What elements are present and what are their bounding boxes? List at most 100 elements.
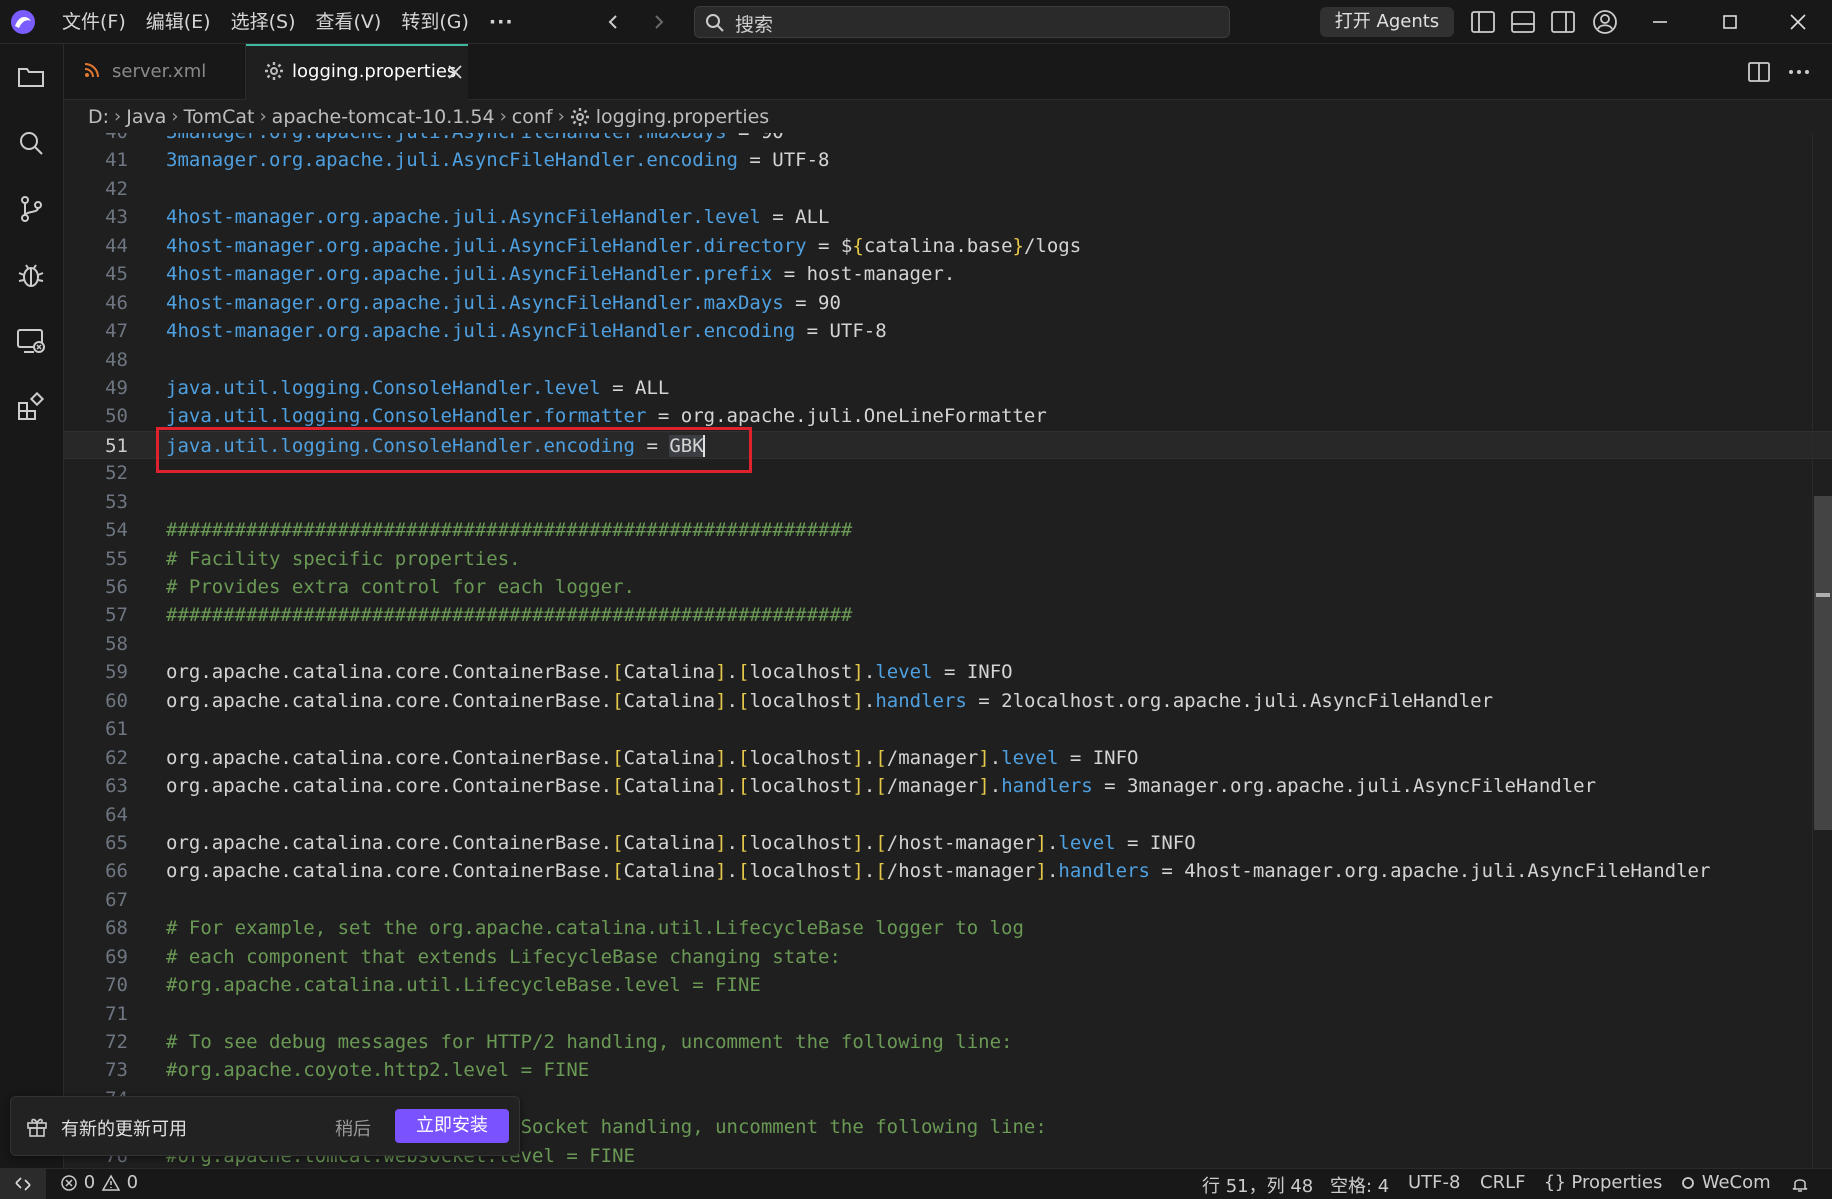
code-line[interactable]: 50 java.util.logging.ConsoleHandler.forma… — [64, 402, 1832, 430]
code-line[interactable]: 44 4host-manager.org.apache.juli.AsyncFil… — [64, 232, 1832, 260]
later-button[interactable]: 稍后 — [335, 1115, 371, 1141]
code-line[interactable]: 40 3manager.org.apache.juli.AsyncFileHand… — [64, 133, 1832, 146]
breadcrumb-item-apache-tomcat[interactable]: apache-tomcat-10.1.54 — [272, 106, 495, 128]
line-number: 54 — [105, 519, 128, 542]
back-arrow-icon[interactable] — [600, 8, 626, 36]
maximize-icon[interactable] — [1718, 10, 1742, 34]
code-line[interactable]: 67 — [64, 886, 1832, 914]
toggle-primary-sidebar-icon[interactable] — [1470, 9, 1496, 35]
menu-go[interactable]: 转到(G) — [391, 0, 479, 44]
line-ending[interactable]: CRLF — [1480, 1172, 1525, 1193]
split-editor-icon[interactable] — [1746, 59, 1772, 85]
line-number: 61 — [105, 718, 128, 741]
tab-logging-properties[interactable]: logging.properties — [246, 44, 468, 100]
breadcrumb-item-file[interactable]: logging.properties — [596, 106, 769, 128]
code-editor[interactable]: 40 3manager.org.apache.juli.AsyncFileHand… — [64, 133, 1832, 1168]
code-line[interactable]: 52 — [64, 459, 1832, 487]
extensions-icon[interactable] — [15, 391, 47, 423]
code-line[interactable]: 48 — [64, 346, 1832, 374]
code-line[interactable]: 57 ######################################… — [64, 601, 1832, 629]
code-line[interactable]: 53 — [64, 488, 1832, 516]
more-actions-icon[interactable] — [1786, 59, 1812, 85]
source-control-icon[interactable] — [15, 193, 47, 225]
code-line[interactable]: 61 — [64, 715, 1832, 743]
menu-view[interactable]: 查看(V) — [306, 0, 392, 44]
gift-icon — [27, 1118, 47, 1137]
code-line[interactable]: 49 java.util.logging.ConsoleHandler.level… — [64, 374, 1832, 402]
menu-edit[interactable]: 编辑(E) — [136, 0, 221, 44]
tab-server-xml[interactable]: server.xml — [64, 44, 246, 100]
code-token: localhost — [749, 831, 853, 854]
code-line[interactable]: 68 # For example, set the org.apache.cata… — [64, 914, 1832, 942]
breadcrumb-item-drive[interactable]: D: — [88, 106, 109, 128]
code-line[interactable]: 64 — [64, 801, 1832, 829]
line-text: org.apache.catalina.core.ContainerBase.[… — [166, 829, 1196, 857]
code-line[interactable]: 43 4host-manager.org.apache.juli.AsyncFil… — [64, 203, 1832, 231]
code-token: # Provides extra control for each logger… — [166, 576, 635, 598]
menu-more[interactable]: ··· — [479, 0, 524, 44]
forward-arrow-icon[interactable] — [646, 8, 672, 36]
code-line[interactable]: 56 # Provides extra control for each logg… — [64, 573, 1832, 601]
code-line[interactable]: 69 # each component that extends Lifecycl… — [64, 943, 1832, 971]
search-view-icon[interactable] — [15, 127, 47, 159]
indentation[interactable]: 空格: 4 — [1330, 1172, 1389, 1198]
code-line[interactable]: 54 ######################################… — [64, 516, 1832, 544]
line-text: # Provides extra control for each logger… — [166, 573, 635, 601]
code-line[interactable]: 58 — [64, 630, 1832, 658]
line-number: 44 — [105, 234, 128, 257]
code-line[interactable]: 46 4host-manager.org.apache.juli.AsyncFil… — [64, 289, 1832, 317]
breadcrumb-item-tomcat[interactable]: TomCat — [184, 106, 255, 128]
line-number: 40 — [64, 133, 128, 146]
problems-indicator[interactable]: 0 0 — [60, 1172, 138, 1193]
code-token: ] — [715, 775, 727, 798]
line-number: 60 — [105, 689, 128, 712]
wecom-extension[interactable]: WeCom — [1680, 1172, 1771, 1193]
code-line[interactable]: 42 — [64, 175, 1832, 203]
code-token: /logs — [1023, 234, 1082, 257]
code-line[interactable]: 59 org.apache.catalina.core.ContainerBase… — [64, 658, 1832, 686]
vertical-scrollbar[interactable] — [1814, 496, 1832, 830]
line-number: 42 — [105, 177, 128, 200]
code-line[interactable]: 63 org.apache.catalina.core.ContainerBase… — [64, 772, 1832, 800]
language-mode[interactable]: {} Properties — [1544, 1172, 1662, 1193]
code-line[interactable]: 45 4host-manager.org.apache.juli.AsyncFil… — [64, 260, 1832, 288]
toggle-panel-icon[interactable] — [1510, 9, 1536, 35]
minimize-icon[interactable] — [1648, 10, 1672, 34]
code-line[interactable]: 66 org.apache.catalina.core.ContainerBase… — [64, 857, 1832, 885]
code-token: Catalina — [623, 831, 716, 854]
toggle-secondary-sidebar-icon[interactable] — [1550, 9, 1576, 35]
menu-selection[interactable]: 选择(S) — [221, 0, 306, 44]
code-line[interactable]: 60 org.apache.catalina.core.ContainerBase… — [64, 687, 1832, 715]
run-debug-icon[interactable] — [15, 259, 47, 291]
open-agents-button[interactable]: 打开 Agents — [1320, 7, 1454, 37]
breadcrumb-item-java[interactable]: Java — [126, 106, 166, 128]
code-line[interactable]: 71 — [64, 1000, 1832, 1028]
code-line[interactable]: 55 # Facility specific properties. — [64, 545, 1832, 573]
remote-indicator-button[interactable] — [0, 1169, 46, 1199]
code-token: [ — [612, 661, 624, 684]
command-search-box[interactable]: 搜索 — [694, 6, 1230, 38]
code-line[interactable]: 70 #org.apache.catalina.util.LifecycleBas… — [64, 971, 1832, 999]
bell-icon[interactable] — [1790, 1174, 1810, 1194]
code-token: 3manager.org.apache.juli.AsyncFileHandle… — [166, 133, 727, 143]
account-icon[interactable] — [1592, 9, 1618, 35]
code-token: 4host-manager.org.apache.juli.AsyncFileH… — [166, 234, 807, 257]
code-line[interactable]: 65 org.apache.catalina.core.ContainerBase… — [64, 829, 1832, 857]
install-now-button[interactable]: 立即安装 — [395, 1109, 509, 1143]
code-line[interactable]: 51 java.util.logging.ConsoleHandler.encod… — [64, 430, 1832, 460]
app-logo-icon[interactable] — [10, 9, 36, 35]
close-window-icon[interactable] — [1786, 10, 1810, 34]
chevron-right-icon: › — [557, 106, 565, 127]
code-line[interactable]: 47 4host-manager.org.apache.juli.AsyncFil… — [64, 317, 1832, 345]
explorer-icon[interactable] — [15, 61, 47, 93]
close-tab-icon[interactable] — [446, 63, 464, 81]
code-line[interactable]: 72 # To see debug messages for HTTP/2 han… — [64, 1028, 1832, 1056]
remote-explorer-icon[interactable] — [15, 325, 47, 357]
code-line[interactable]: 41 3manager.org.apache.juli.AsyncFileHand… — [64, 146, 1832, 174]
code-line[interactable]: 62 org.apache.catalina.core.ContainerBase… — [64, 744, 1832, 772]
code-line[interactable]: 73 #org.apache.coyote.http2.level = FINE — [64, 1056, 1832, 1084]
file-encoding[interactable]: UTF-8 — [1408, 1172, 1460, 1193]
breadcrumb-item-conf[interactable]: conf — [512, 106, 553, 128]
cursor-position[interactable]: 行 51，列 48 — [1202, 1172, 1313, 1198]
menu-file[interactable]: 文件(F) — [52, 0, 136, 44]
